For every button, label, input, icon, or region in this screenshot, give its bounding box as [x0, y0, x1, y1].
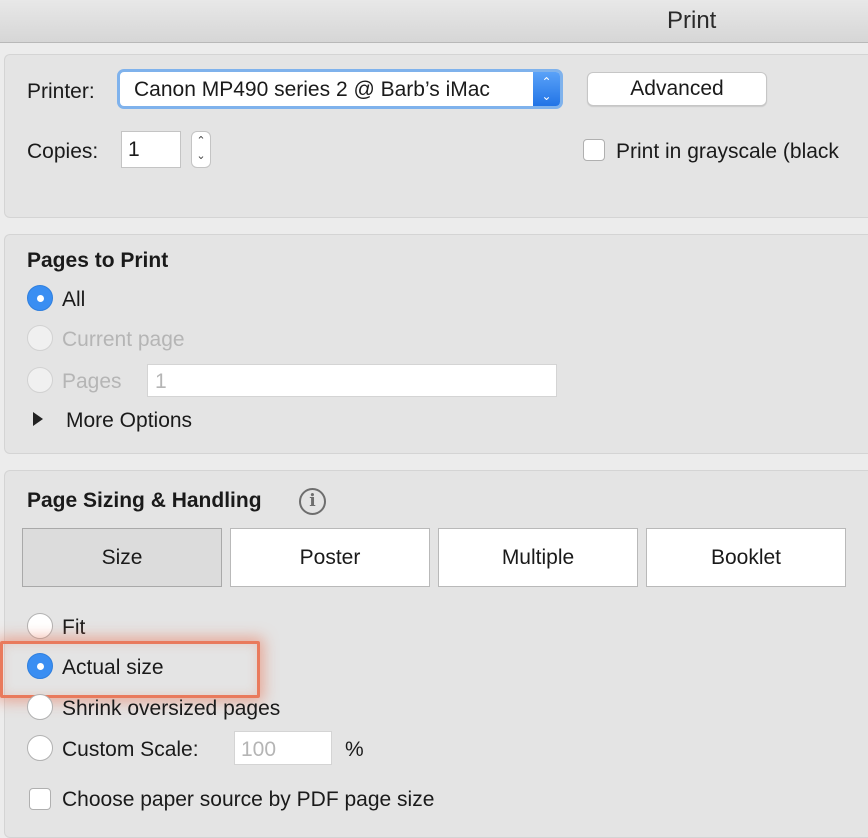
disclosure-triangle-icon[interactable]: [33, 412, 43, 426]
printer-selected-value: Canon MP490 series 2 @ Barb’s iMac: [134, 78, 490, 101]
pages-range-radio[interactable]: [27, 367, 53, 393]
pages-all-radio[interactable]: [27, 285, 53, 311]
tab-poster[interactable]: Poster: [230, 528, 430, 587]
copies-value: 1: [128, 138, 140, 161]
actual-size-radio[interactable]: [27, 653, 53, 679]
fit-label: Fit: [62, 616, 86, 639]
pages-range-field[interactable]: 1: [147, 364, 557, 397]
pages-range-value: 1: [155, 370, 167, 393]
page-sizing-heading: Page Sizing & Handling: [27, 489, 262, 512]
copies-field[interactable]: 1: [121, 131, 181, 168]
tab-multiple-label: Multiple: [501, 546, 575, 569]
custom-scale-unit: %: [345, 738, 364, 761]
shrink-oversized-radio[interactable]: [27, 694, 53, 720]
tab-multiple[interactable]: Multiple: [438, 528, 638, 587]
shrink-oversized-label: Shrink oversized pages: [62, 697, 281, 720]
custom-scale-field[interactable]: 100: [234, 731, 332, 765]
window-title: Print: [667, 7, 717, 34]
advanced-button[interactable]: Advanced: [587, 72, 767, 106]
grayscale-label: Print in grayscale (black: [616, 140, 839, 163]
pages-current-label: Current page: [62, 328, 185, 351]
paper-source-checkbox[interactable]: [29, 788, 51, 810]
tab-size[interactable]: Size: [22, 528, 222, 587]
chevron-updown-icon: ⌃ ⌄: [533, 72, 560, 106]
pages-current-radio[interactable]: [27, 325, 53, 351]
title-bar: Print: [0, 0, 868, 43]
printer-select[interactable]: Canon MP490 series 2 @ Barb’s iMac ⌃ ⌄: [117, 69, 563, 109]
fit-radio[interactable]: [27, 613, 53, 639]
pages-range-label: Pages: [62, 370, 122, 393]
advanced-button-label: Advanced: [630, 77, 724, 100]
more-options-label[interactable]: More Options: [66, 409, 192, 433]
paper-source-label: Choose paper source by PDF page size: [62, 788, 435, 811]
custom-scale-label: Custom Scale:: [62, 738, 199, 761]
tab-booklet[interactable]: Booklet: [646, 528, 846, 587]
pages-all-label: All: [62, 288, 86, 311]
grayscale-checkbox[interactable]: [583, 139, 605, 161]
actual-size-label: Actual size: [62, 656, 164, 679]
tab-size-label: Size: [101, 546, 143, 569]
custom-scale-value: 100: [241, 738, 277, 761]
printer-label: Printer:: [27, 80, 95, 103]
copies-stepper[interactable]: ⌃ ⌄: [191, 131, 211, 168]
tab-booklet-label: Booklet: [710, 546, 782, 569]
custom-scale-radio[interactable]: [27, 735, 53, 761]
copies-label: Copies:: [27, 140, 99, 163]
tab-poster-label: Poster: [299, 546, 361, 569]
pages-to-print-heading: Pages to Print: [27, 249, 169, 272]
info-icon[interactable]: i: [299, 488, 326, 515]
